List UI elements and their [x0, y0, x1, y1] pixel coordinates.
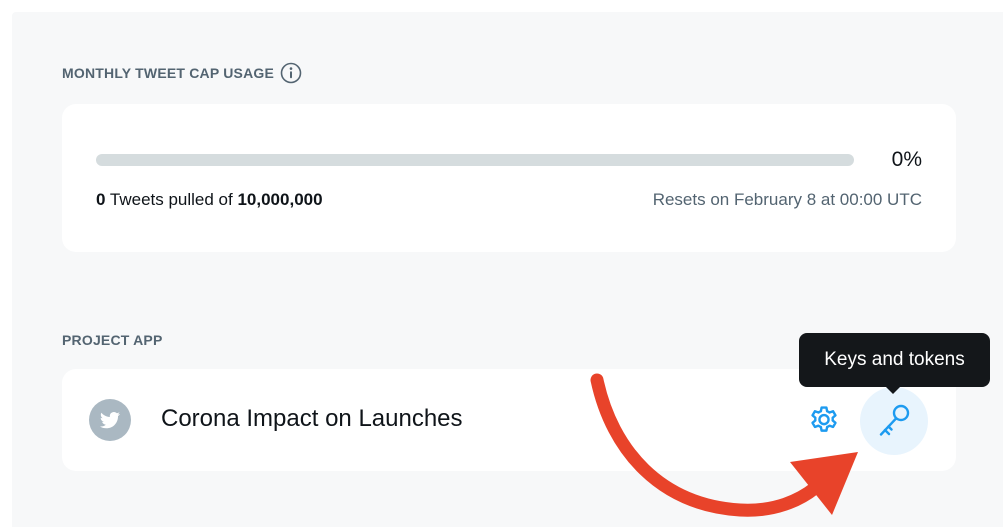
project-app-heading: PROJECT APP — [62, 332, 162, 348]
usage-heading-label: MONTHLY TWEET CAP USAGE — [62, 65, 275, 81]
usage-heading: MONTHLY TWEET CAP USAGE — [62, 62, 302, 84]
usage-percent: 0% — [891, 148, 922, 171]
usage-progress-bar — [96, 154, 854, 166]
gear-icon — [811, 406, 837, 432]
tweets-pulled-text: 0 Tweets pulled of 10,000,000 — [96, 190, 323, 210]
pulled-label: Tweets pulled of — [105, 190, 238, 209]
project-app-heading-label: PROJECT APP — [62, 332, 163, 348]
keys-and-tokens-tooltip: Keys and tokens — [799, 333, 990, 394]
info-icon[interactable] — [280, 62, 302, 84]
twitter-bird-icon — [89, 399, 131, 441]
tweet-cap: 10,000,000 — [237, 190, 323, 209]
reset-date-text: Resets on February 8 at 00:00 UTC — [652, 190, 922, 209]
usage-card: 0% 0 Tweets pulled of 10,000,000 Resets … — [62, 104, 956, 252]
keys-and-tokens-button[interactable] — [860, 387, 928, 455]
key-icon — [879, 404, 910, 436]
app-name[interactable]: Corona Impact on Launches — [161, 405, 463, 433]
app-settings-button[interactable] — [804, 401, 844, 441]
